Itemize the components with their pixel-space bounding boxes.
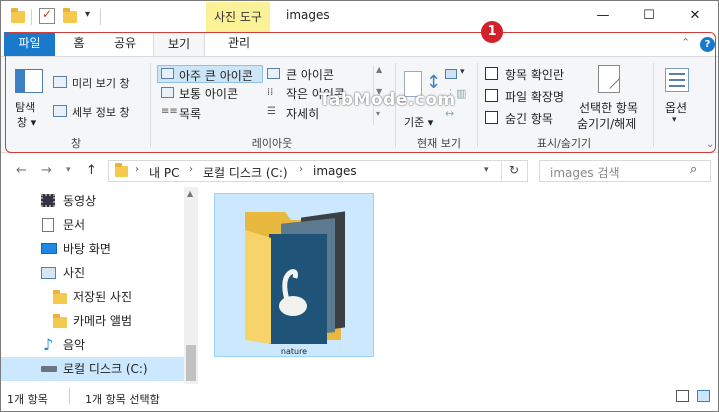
title-bar: ▾ 사진 도구 images — ☐ ✕ xyxy=(1,1,718,33)
watermark: TabMode.com xyxy=(319,90,456,110)
drive-icon xyxy=(41,366,57,372)
breadcrumb-separator-icon[interactable]: › xyxy=(299,164,303,175)
search-icon[interactable]: ⌕ xyxy=(690,162,697,177)
pictures-icon xyxy=(41,267,56,279)
recent-locations-icon[interactable]: ▾ xyxy=(66,165,71,175)
scroll-up-icon[interactable]: ▲ xyxy=(187,189,193,198)
details-view-icon[interactable] xyxy=(676,390,689,402)
document-icon xyxy=(42,218,54,232)
navigation-pane: 동영상 문서 바탕 화면 사진 저장된 사진 카메라 앨범 ♪ 음악 로컬 디스 xyxy=(1,187,198,384)
nav-item-pictures[interactable]: 사진 xyxy=(1,261,184,285)
nav-item-desktop[interactable]: 바탕 화면 xyxy=(1,237,184,261)
forward-arrow-icon[interactable]: → xyxy=(41,163,52,178)
nav-item-label: 사진 xyxy=(63,266,86,280)
folder-icon xyxy=(53,314,67,328)
file-list: nature xyxy=(198,187,718,384)
nav-pane-scrollbar[interactable]: ▲ xyxy=(184,187,198,384)
search-box[interactable]: images 검색 ⌕ xyxy=(539,160,711,182)
video-icon xyxy=(41,194,55,207)
item-count: 1개 항목 xyxy=(7,393,48,406)
breadcrumb-pc[interactable]: 내 PC xyxy=(149,164,179,181)
toolbar-divider xyxy=(31,9,32,25)
nav-item-label: 카메라 앨범 xyxy=(73,314,133,328)
picture-tools-context-tab: 사진 도구 xyxy=(206,2,270,33)
minimize-button[interactable]: — xyxy=(580,1,626,31)
nav-item-label: 음악 xyxy=(63,338,86,352)
annotation-badge: 1 xyxy=(481,21,503,43)
large-icons-view-icon[interactable] xyxy=(697,390,710,402)
address-dropdown-icon[interactable]: ▾ xyxy=(484,165,489,175)
nav-item-camera-roll[interactable]: 카메라 앨범 xyxy=(1,309,184,333)
breadcrumb-folder[interactable]: images xyxy=(313,164,357,178)
nav-item-saved-pictures[interactable]: 저장된 사진 xyxy=(1,285,184,309)
breadcrumb-disk[interactable]: 로컬 디스크 (C:) xyxy=(203,164,288,181)
up-arrow-icon[interactable]: ↑ xyxy=(86,163,97,178)
refresh-icon[interactable]: ↻ xyxy=(509,163,519,177)
nav-item-label: 바탕 화면 xyxy=(63,242,111,256)
nav-item-documents[interactable]: 문서 xyxy=(1,213,184,237)
nav-item-label: 저장된 사진 xyxy=(73,290,133,304)
nav-item-label: 로컬 디스크 (C:) xyxy=(63,362,148,376)
nav-item-label: 동영상 xyxy=(63,194,97,208)
photo-folder-icon xyxy=(245,211,345,344)
close-button[interactable]: ✕ xyxy=(672,1,718,31)
quick-access-dropdown-icon[interactable]: ▾ xyxy=(85,9,90,20)
nav-item-music[interactable]: ♪ 음악 xyxy=(1,333,184,357)
breadcrumb-separator-icon[interactable]: › xyxy=(135,164,139,175)
window-title: images xyxy=(286,8,330,22)
search-input[interactable]: images 검색 xyxy=(550,164,620,181)
address-bar[interactable]: › 내 PC › 로컬 디스크 (C:) › images ▾ ↻ xyxy=(108,160,528,182)
status-bar: 1개 항목 1개 항목 선택함 xyxy=(1,384,718,411)
nav-item-label: 문서 xyxy=(63,218,86,232)
nav-item-local-disk[interactable]: 로컬 디스크 (C:) xyxy=(1,357,184,381)
explorer-window: ▾ 사진 도구 images — ☐ ✕ 파일 홈 공유 보기 관리 ⌃ ? 탐… xyxy=(0,0,719,412)
folder-tile[interactable]: nature xyxy=(214,193,374,357)
scrollbar-thumb[interactable] xyxy=(186,345,196,381)
nav-item-videos[interactable]: 동영상 xyxy=(1,189,184,213)
selected-count: 1개 항목 선택함 xyxy=(85,393,160,406)
music-icon: ♪ xyxy=(43,335,54,354)
breadcrumb-separator-icon[interactable]: › xyxy=(189,164,193,175)
toolbar-divider xyxy=(100,9,101,25)
new-folder-icon[interactable] xyxy=(63,8,77,23)
desktop-icon xyxy=(41,243,57,254)
folder-icon xyxy=(11,8,25,23)
folder-name: nature xyxy=(280,347,308,356)
address-toolbar: ← → ▾ ↑ › 내 PC › 로컬 디스크 (C:) › images ▾ … xyxy=(1,153,718,187)
folder-icon xyxy=(53,290,67,304)
address-folder-icon xyxy=(115,163,128,177)
maximize-button[interactable]: ☐ xyxy=(626,1,672,31)
back-arrow-icon[interactable]: ← xyxy=(16,163,27,178)
properties-icon[interactable] xyxy=(39,7,55,24)
